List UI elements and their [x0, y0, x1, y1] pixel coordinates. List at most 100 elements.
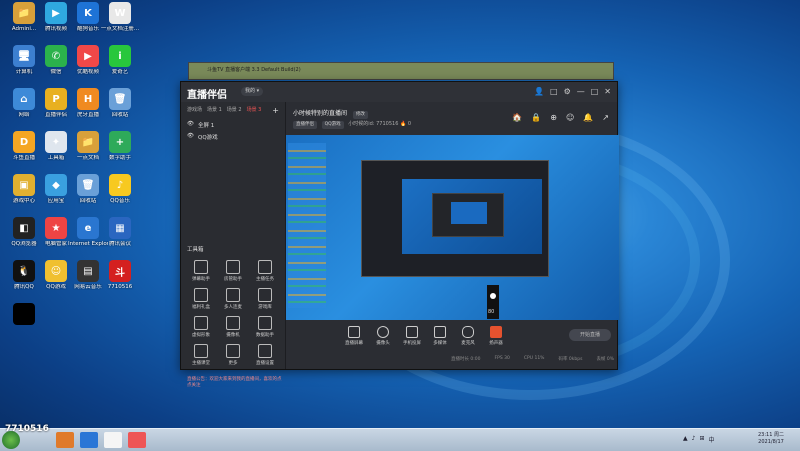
tab-scene-1[interactable]: 场景 1: [207, 106, 222, 115]
eye-icon[interactable]: 👁: [187, 121, 194, 129]
tool-camera[interactable]: 摄像机: [217, 316, 249, 338]
tool-danmu[interactable]: 弹幕助手: [185, 260, 217, 282]
source-label: QQ游戏: [197, 135, 218, 141]
tool-class[interactable]: 主播课堂: [185, 344, 217, 366]
desktop-icon[interactable]: + 数字助手: [100, 131, 140, 161]
input-method-icon[interactable]: 中: [709, 435, 715, 444]
volume-slider[interactable]: 80: [487, 285, 499, 319]
desktop-icon-label: QQ音乐: [110, 198, 130, 204]
volume-knob[interactable]: [490, 293, 496, 299]
desktop-icon[interactable]: [4, 303, 44, 327]
taskbar-app-douyu[interactable]: [128, 432, 146, 448]
share-icon[interactable]: ↗: [602, 113, 609, 122]
desktop-icon-glyph: ✦: [45, 131, 67, 153]
avatar-icon: [194, 316, 208, 330]
close-icon[interactable]: ✕: [604, 87, 611, 96]
window-controls: 👤 □ ⚙ — □ ✕: [534, 87, 611, 96]
desktop-icon[interactable]: 🗑 回收站: [100, 88, 140, 118]
eye-icon[interactable]: 👁: [187, 133, 194, 141]
desktop-icon[interactable]: ♪ QQ音乐: [100, 174, 140, 204]
tool-label: 主播课堂: [192, 361, 210, 366]
tool-gift[interactable]: 福利礼盒: [185, 288, 217, 310]
screen-capture-button[interactable]: 直播屏幕: [341, 326, 367, 346]
tray-expand-icon[interactable]: ▲: [683, 435, 688, 444]
tab-scene-3[interactable]: 场景 3: [247, 106, 262, 115]
status-item: 直播时长 0:00: [451, 357, 481, 362]
source-item[interactable]: 👁 全屏 1: [181, 119, 285, 131]
tab-scene-game[interactable]: 游戏场: [187, 106, 202, 115]
bell-icon[interactable]: 🔔: [583, 113, 593, 122]
room-count: 0: [407, 121, 411, 127]
flame-icon: 🔥: [399, 121, 407, 127]
app-logo: 直播伴侣: [187, 90, 227, 101]
taskbar-app-qq[interactable]: [104, 432, 122, 448]
emoji-icon[interactable]: ☺: [566, 113, 574, 122]
source-item[interactable]: 👁 QQ游戏: [181, 131, 285, 143]
taskbar-app-folder[interactable]: [56, 432, 74, 448]
tool-more[interactable]: 更多: [217, 344, 249, 366]
desktop-icon[interactable]: 斗 7710516: [100, 260, 140, 290]
desktop-icon-label: 爱奇艺: [111, 69, 129, 75]
network-icon[interactable]: ⊞: [699, 435, 704, 444]
message-icon[interactable]: □: [550, 87, 558, 96]
video-icon: [194, 344, 208, 358]
tool-multi-mic[interactable]: 多人连麦: [217, 288, 249, 310]
desktop-icon-glyph: ▣: [13, 174, 35, 196]
tool-label: 直播设置: [256, 361, 274, 366]
desktop-icon-glyph: 🗑: [77, 174, 99, 196]
clock[interactable]: 23:11 周二 2021/8/17: [758, 432, 784, 446]
taskbar-app-kugou[interactable]: [80, 432, 98, 448]
user-icon: [226, 260, 240, 274]
volume-value: 80: [488, 309, 495, 315]
room-tag[interactable]: 直播伴侣: [293, 121, 317, 129]
desktop-icon-glyph: 🐧: [13, 260, 35, 282]
tool-label: 房管助手: [224, 277, 242, 282]
desktop-icon-glyph: ⌂: [13, 88, 35, 110]
desktop-icon[interactable]: i 爱奇艺: [100, 45, 140, 75]
volume-icon[interactable]: ♪: [692, 435, 696, 444]
tool-label: 摄像机: [226, 333, 240, 338]
start-live-button[interactable]: 开始直播: [569, 329, 611, 341]
microphone-button[interactable]: 麦克风: [455, 326, 481, 346]
desktop-icon[interactable]: ▦ 腾讯会议: [100, 217, 140, 247]
desktop-icon-glyph: H: [77, 88, 99, 110]
chat-icon: [194, 260, 208, 274]
desktop-icon-glyph: [13, 303, 35, 325]
tool-game-lib[interactable]: 游戏库: [249, 288, 281, 310]
microphone-icon: [462, 326, 474, 338]
game-icon: [258, 288, 272, 302]
desktop-icon[interactable]: W 一点文档注册...: [100, 2, 140, 32]
status-item: FPS 30: [494, 356, 510, 361]
speaker-button[interactable]: 扬声器: [483, 326, 509, 346]
media-button[interactable]: 多媒体: [427, 326, 453, 346]
camera-button[interactable]: 摄像头: [370, 326, 396, 346]
tab-scene-2[interactable]: 场景 2: [227, 106, 242, 115]
tool-data[interactable]: 数据助手: [249, 316, 281, 338]
nested-preview-inner: [432, 193, 504, 237]
tool-admin[interactable]: 房管助手: [217, 260, 249, 282]
stream-preview[interactable]: [286, 135, 619, 320]
phone-cast-button[interactable]: 手机投屏: [399, 326, 425, 346]
minimize-icon[interactable]: —: [577, 87, 585, 96]
desktop-icon-glyph: ▦: [109, 217, 131, 239]
home-icon[interactable]: 🏠: [512, 113, 522, 122]
tool-settings[interactable]: 直播设置: [249, 344, 281, 366]
clock-date: 2021/8/17: [758, 439, 784, 445]
tool-task[interactable]: 主播任务: [249, 260, 281, 282]
room-tag[interactable]: QQ游戏: [321, 121, 344, 129]
account-badge[interactable]: 我的 ▾: [241, 87, 264, 96]
background-window[interactable]: 斗鱼TV 直播客户端 3.3 Default Build(2): [188, 62, 614, 80]
edit-title-button[interactable]: 修改: [352, 111, 368, 119]
settings-icon[interactable]: ⚙: [564, 87, 571, 96]
clock-time: 23:11 周二: [758, 432, 784, 438]
avatar-icon[interactable]: 👤: [534, 87, 544, 96]
tool-avatar[interactable]: 虚拟形象: [185, 316, 217, 338]
add-icon[interactable]: ⊕: [550, 113, 557, 122]
room-meta: 直播伴侣 QQ游戏 小时候的id: 7710516 🔥 0: [293, 120, 411, 129]
add-scene-button[interactable]: +: [272, 106, 279, 115]
desktop-icon-glyph: 🖥: [13, 45, 35, 67]
maximize-icon[interactable]: □: [591, 87, 599, 96]
scene-tabs: 游戏场 场景 1 场景 2 场景 3 +: [181, 102, 285, 119]
tool-label: 虚拟形象: [192, 333, 210, 338]
lock-icon[interactable]: 🔒: [531, 113, 541, 122]
